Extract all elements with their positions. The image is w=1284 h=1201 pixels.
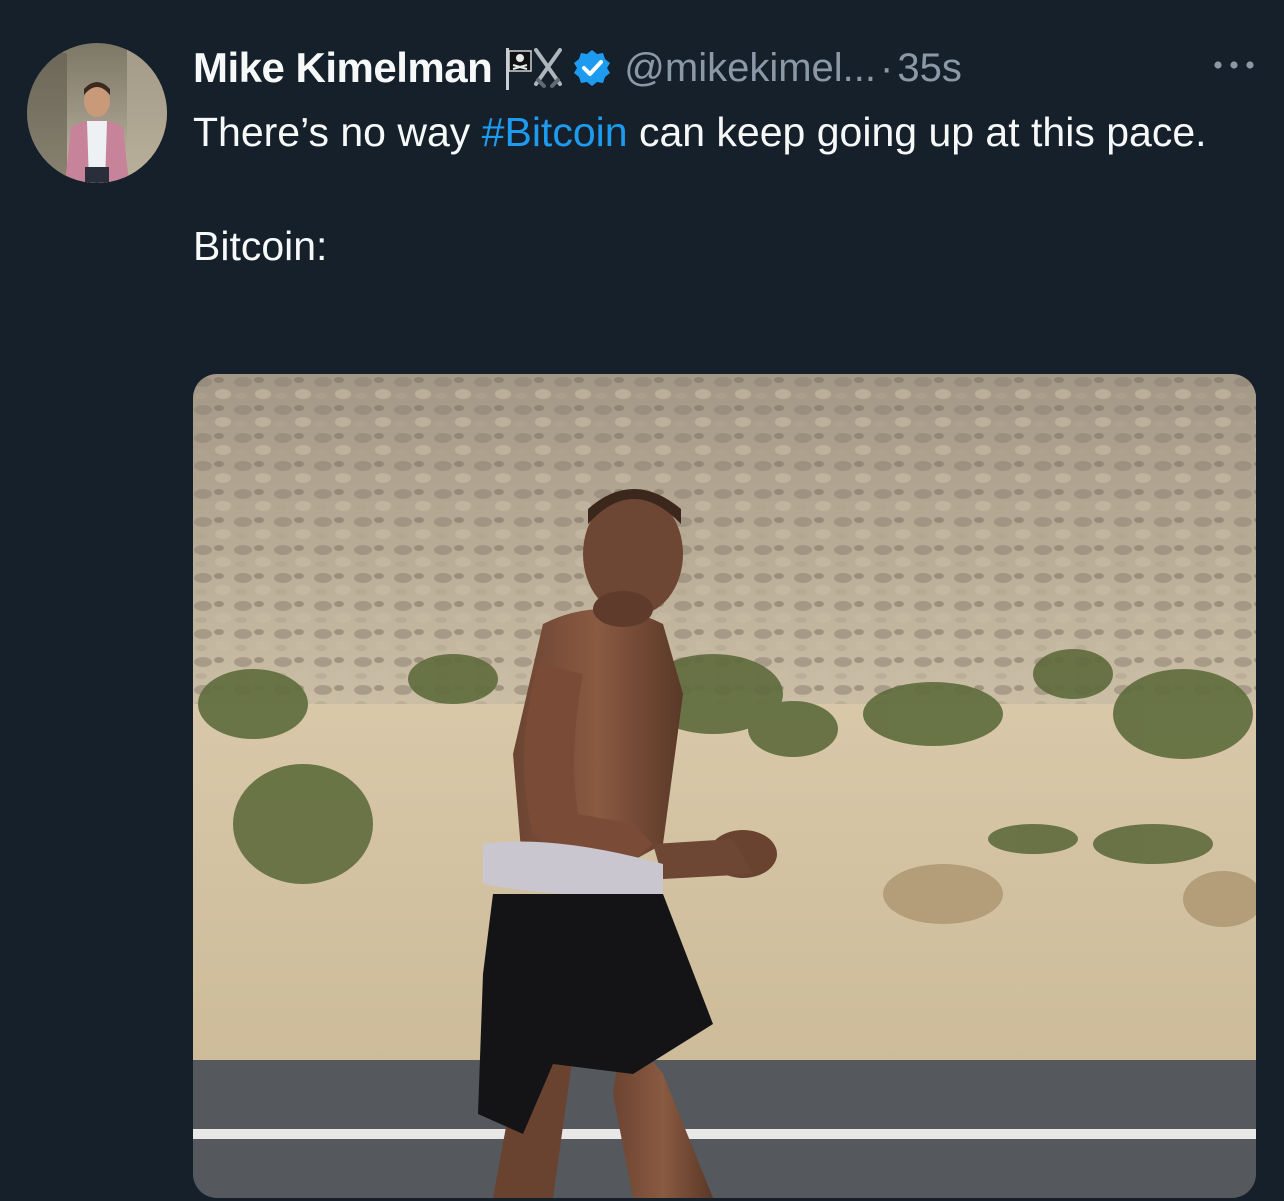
- author-avatar[interactable]: [27, 43, 167, 183]
- author-handle[interactable]: @mikekimel...: [624, 46, 876, 91]
- tweet-timestamp[interactable]: 35s: [897, 46, 962, 91]
- tweet-text: There’s no way #Bitcoin can keep going u…: [193, 104, 1273, 275]
- tweet-text-segment: can keep going up at this pace.: [627, 109, 1207, 155]
- hashtag-link[interactable]: #Bitcoin: [482, 109, 628, 155]
- tweet-text-segment: There’s no way: [193, 109, 482, 155]
- author-display-name[interactable]: Mike Kimelman: [193, 44, 493, 92]
- verified-badge-icon[interactable]: [572, 48, 612, 88]
- avatar-photo: [27, 43, 167, 183]
- tweet-text-line-2: Bitcoin:: [193, 223, 328, 269]
- tweet-header: Mike Kimelman @mikekimel... · 35s: [193, 40, 1263, 96]
- tweet-text-line-1: There’s no way #Bitcoin can keep going u…: [193, 104, 1273, 161]
- name-emojis: [506, 44, 563, 92]
- runner-photo: [193, 374, 1256, 1198]
- tweet-media-photo[interactable]: [193, 374, 1256, 1198]
- tweet-card[interactable]: Mike Kimelman @mikekimel... · 35s There’…: [0, 0, 1284, 1201]
- pirate-flag-icon: [506, 48, 533, 90]
- header-separator: ·: [880, 45, 894, 90]
- crossed-swords-icon: [534, 48, 563, 88]
- more-options-icon[interactable]: [1208, 50, 1260, 80]
